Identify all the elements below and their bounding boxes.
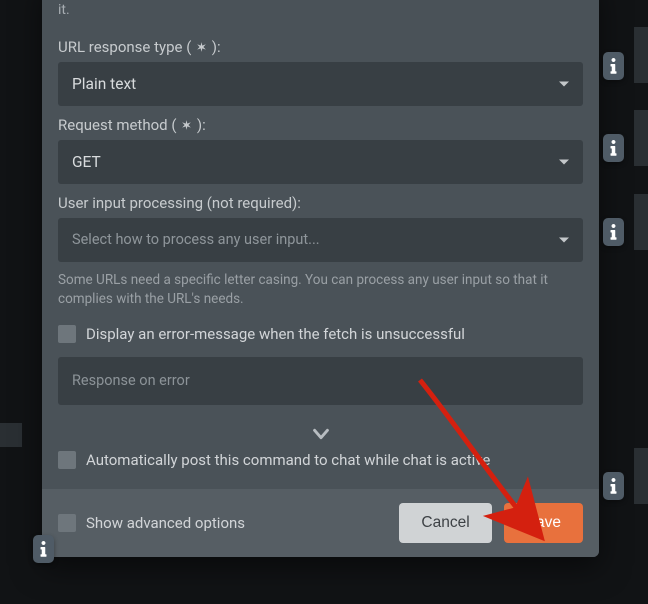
modal-body: commands. But still, use precaution when… — [42, 0, 599, 489]
select-value: GET — [72, 153, 101, 171]
cancel-button[interactable]: Cancel — [399, 503, 491, 543]
label-text: ): — [193, 116, 206, 134]
info-icon[interactable] — [33, 535, 54, 563]
request-method-label: Request method ( ): — [58, 116, 583, 134]
info-icon[interactable] — [603, 218, 624, 246]
checkbox[interactable] — [58, 451, 76, 469]
info-icon-glyph — [609, 58, 618, 74]
chevron-down-icon — [306, 423, 336, 445]
input-placeholder: Response on error — [72, 372, 190, 389]
checkbox-label: Automatically post this command to chat … — [86, 451, 490, 469]
modal-footer: Show advanced options Cancel Save — [42, 489, 599, 557]
asterisk-icon — [195, 41, 208, 54]
chevron-down-icon — [559, 159, 569, 164]
checkbox[interactable] — [58, 514, 76, 532]
url-response-type-label: URL response type ( ): — [58, 38, 583, 56]
select-value: Plain text — [72, 75, 136, 93]
checkbox-label: Display an error-message when the fetch … — [86, 325, 465, 343]
expand-more-button[interactable] — [58, 423, 583, 445]
bg-strip — [634, 194, 648, 250]
asterisk-icon — [180, 119, 193, 132]
info-icon-glyph — [609, 224, 618, 240]
info-icon[interactable] — [603, 134, 624, 162]
info-icon-glyph — [609, 478, 618, 494]
label-text: ): — [208, 38, 221, 56]
user-input-processing-label: User input processing (not required): — [58, 194, 583, 212]
label-text: URL response type ( — [58, 38, 195, 56]
checkbox[interactable] — [58, 325, 76, 343]
info-icon[interactable] — [603, 52, 624, 80]
display-error-checkbox-row[interactable]: Display an error-message when the fetch … — [58, 325, 583, 343]
show-advanced-checkbox-row[interactable]: Show advanced options — [58, 514, 245, 532]
bg-strip — [634, 27, 648, 83]
command-settings-modal: commands. But still, use precaution when… — [42, 0, 599, 557]
checkbox-label: Show advanced options — [86, 514, 245, 532]
user-input-help-text: Some URLs need a specific letter casing.… — [58, 271, 583, 309]
request-method-select[interactable]: GET — [58, 140, 583, 184]
info-icon-glyph — [39, 541, 48, 557]
user-input-processing-select[interactable]: Select how to process any user input... — [58, 218, 583, 262]
bg-strip — [0, 423, 22, 447]
info-icon[interactable] — [603, 472, 624, 500]
chevron-down-icon — [559, 81, 569, 86]
note-text: commands. But still, use precaution when… — [58, 0, 583, 28]
chevron-down-icon — [559, 237, 569, 242]
response-on-error-input[interactable]: Response on error — [58, 357, 583, 405]
select-placeholder: Select how to process any user input... — [72, 231, 320, 248]
bg-strip — [634, 448, 648, 504]
info-icon-glyph — [609, 140, 618, 156]
url-response-type-select[interactable]: Plain text — [58, 62, 583, 106]
save-button[interactable]: Save — [504, 503, 583, 543]
label-text: Request method ( — [58, 116, 180, 134]
bg-strip — [634, 110, 648, 166]
autopost-checkbox-row[interactable]: Automatically post this command to chat … — [58, 451, 583, 469]
